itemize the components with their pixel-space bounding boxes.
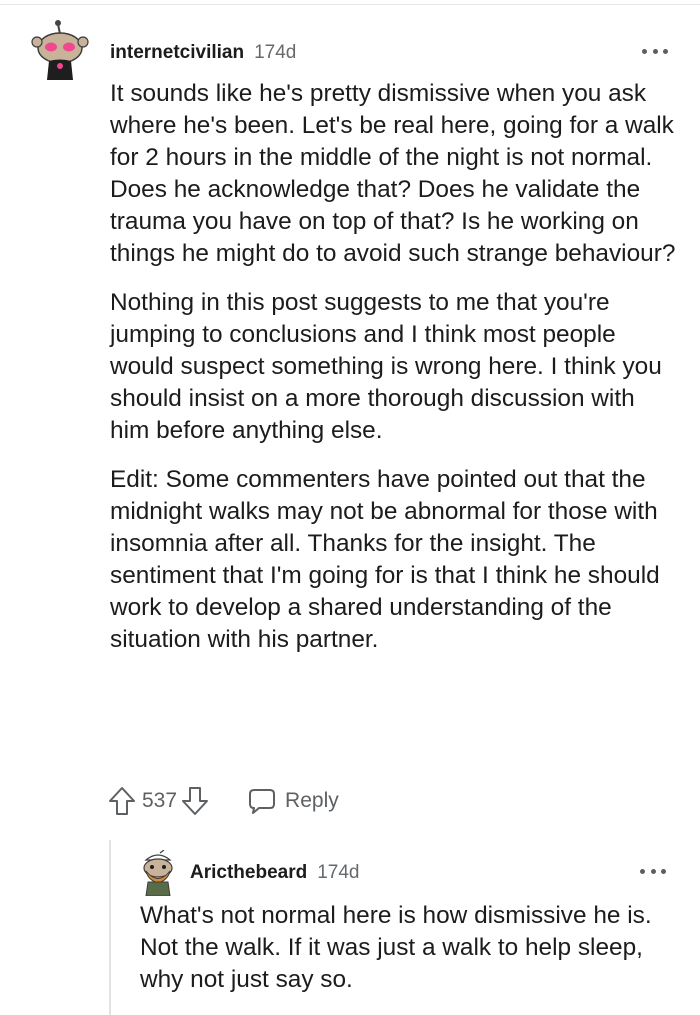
comment-action-bar: 537 Reply	[108, 784, 339, 818]
snoo-avatar-icon[interactable]	[30, 18, 94, 82]
comment-body: It sounds like he's pretty dismissive wh…	[110, 78, 680, 673]
comment-paragraph-2: Nothing in this post suggests to me that…	[110, 289, 662, 444]
downvote-arrow-icon[interactable]	[181, 786, 209, 816]
reply-timestamp: 174d	[317, 862, 360, 883]
thread-line[interactable]	[109, 840, 111, 1015]
comment-paragraph-1: It sounds like he's pretty dismissive wh…	[110, 80, 676, 267]
reply-username[interactable]: Aricthebeard	[190, 862, 307, 884]
upvote-arrow-icon[interactable]	[108, 786, 136, 816]
reply-label: Reply	[285, 789, 339, 812]
comment-username[interactable]: internetcivilian	[110, 42, 244, 64]
more-options-button[interactable]	[642, 44, 668, 58]
reply-button[interactable]: Reply	[247, 787, 339, 815]
speech-bubble-icon	[249, 789, 276, 814]
vote-count: 537	[142, 789, 178, 812]
reply-body: What's not normal here is how dismissive…	[140, 900, 670, 996]
top-divider	[0, 4, 700, 5]
bearded-snoo-avatar-icon[interactable]	[138, 850, 178, 896]
more-options-icon	[642, 48, 647, 54]
reply-header: Aricthebeard 174d	[190, 862, 359, 886]
comment-header: internetcivilian 174d	[110, 42, 296, 66]
comment-paragraph-3: Edit: Some commenters have pointed out t…	[110, 466, 660, 653]
reply-more-options-button[interactable]	[640, 864, 666, 878]
reply-paragraph: What's not normal here is how dismissive…	[140, 902, 652, 993]
comment-timestamp: 174d	[254, 42, 297, 63]
more-options-icon	[640, 868, 645, 874]
